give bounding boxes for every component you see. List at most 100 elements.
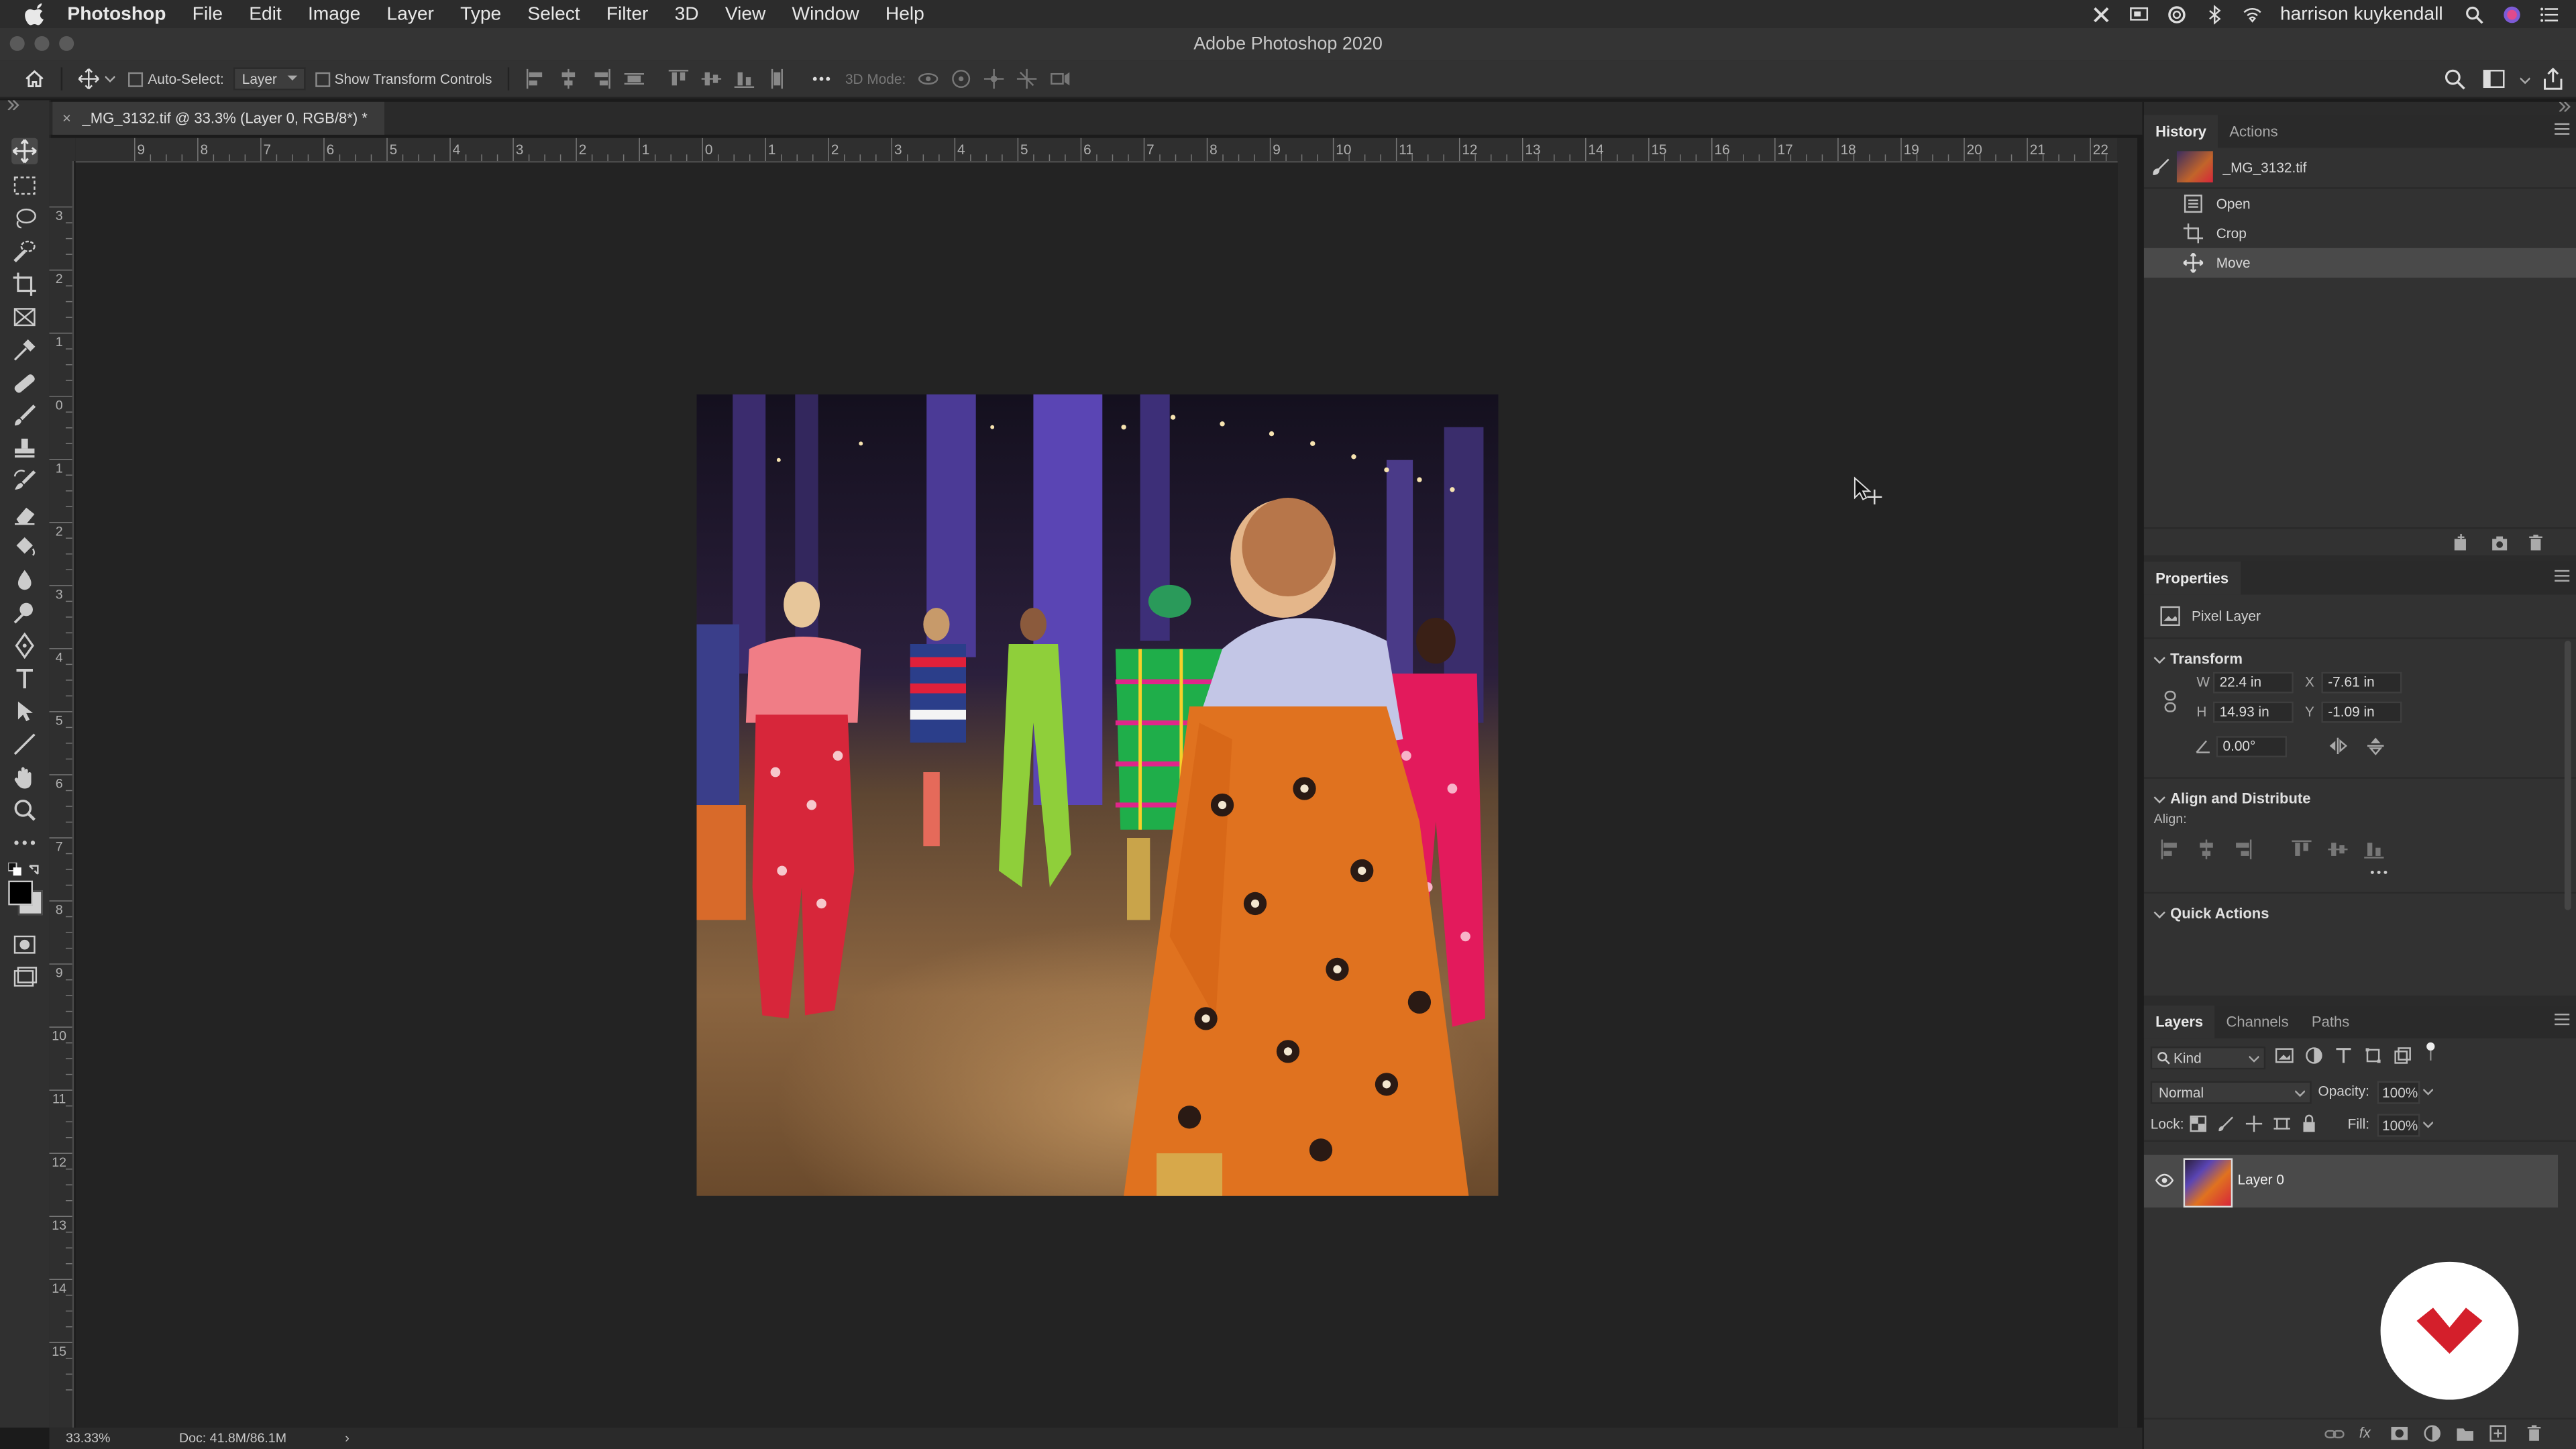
new-layer-icon[interactable] bbox=[2489, 1424, 2507, 1442]
menu-view[interactable]: View bbox=[725, 4, 766, 23]
tab-actions[interactable]: Actions bbox=[2218, 115, 2290, 148]
adjustment-layer-icon[interactable] bbox=[2423, 1424, 2441, 1442]
line-tool[interactable] bbox=[11, 731, 38, 757]
share-icon[interactable] bbox=[2542, 67, 2565, 90]
close-document-icon[interactable]: × bbox=[62, 102, 71, 135]
type-tool[interactable] bbox=[11, 665, 38, 692]
tab-history[interactable]: History bbox=[2143, 115, 2218, 148]
layer-style-icon[interactable]: fx bbox=[2359, 1424, 2371, 1440]
pen-tool[interactable] bbox=[11, 632, 38, 659]
zoom-level-field[interactable]: 33.33% bbox=[66, 1428, 110, 1449]
screen-mode-button[interactable] bbox=[11, 965, 38, 991]
ruler-origin[interactable] bbox=[49, 138, 76, 162]
move-tool[interactable] bbox=[11, 138, 38, 164]
canvas-vertical-scrollbar[interactable] bbox=[2117, 138, 2138, 1428]
workspace-chevron-icon[interactable] bbox=[2520, 76, 2530, 86]
align-left-edges-icon[interactable] bbox=[525, 67, 547, 90]
paint-bucket-tool[interactable] bbox=[11, 534, 38, 560]
display-icon[interactable] bbox=[2129, 4, 2149, 23]
show-transform-controls-checkbox[interactable] bbox=[315, 71, 330, 87]
history-item-move[interactable]: Move bbox=[2143, 248, 2576, 278]
align-top-edges-icon[interactable] bbox=[667, 67, 690, 90]
width-input[interactable]: 22.4 in bbox=[2212, 672, 2294, 694]
window-close-button[interactable] bbox=[9, 36, 25, 51]
transform-section-header[interactable]: Transform bbox=[2144, 645, 2576, 672]
menu-edit[interactable]: Edit bbox=[249, 4, 282, 23]
menu-help[interactable]: Help bbox=[885, 4, 924, 23]
tab-properties[interactable]: Properties bbox=[2143, 561, 2241, 595]
properties-panel-menu-icon[interactable] bbox=[2555, 570, 2570, 585]
y-input[interactable]: -1.09 in bbox=[2321, 701, 2402, 723]
spotlight-search-icon[interactable] bbox=[2464, 4, 2483, 23]
home-icon[interactable] bbox=[23, 67, 46, 90]
filter-pixel-icon[interactable] bbox=[2275, 1046, 2294, 1065]
layer-name[interactable]: Layer 0 bbox=[2238, 1171, 2284, 1187]
distribute-horizontal-icon[interactable] bbox=[623, 67, 646, 90]
path-selection-tool[interactable] bbox=[11, 698, 38, 724]
menu-select[interactable]: Select bbox=[527, 4, 580, 23]
menu-layer[interactable]: Layer bbox=[386, 4, 433, 23]
status-info-menu-icon[interactable]: › bbox=[345, 1428, 350, 1449]
brush-tool[interactable] bbox=[11, 402, 38, 429]
tab-paths[interactable]: Paths bbox=[2300, 1006, 2361, 1038]
runway-photo[interactable] bbox=[696, 394, 1499, 1196]
link-icon[interactable] bbox=[2162, 690, 2178, 713]
x-input[interactable]: -7.61 in bbox=[2321, 672, 2402, 694]
history-panel-menu-icon[interactable] bbox=[2555, 123, 2570, 138]
link-layers-icon[interactable] bbox=[2324, 1426, 2345, 1442]
3d-pan-icon[interactable] bbox=[983, 67, 1006, 90]
creative-cloud-icon[interactable] bbox=[2167, 4, 2186, 23]
fill-chevron-icon[interactable] bbox=[2423, 1120, 2433, 1128]
3d-scale-icon[interactable] bbox=[1049, 67, 1071, 90]
delete-layer-icon[interactable] bbox=[2525, 1424, 2543, 1442]
wifi-icon[interactable] bbox=[2243, 4, 2262, 23]
angle-input[interactable]: 0.00° bbox=[2216, 736, 2288, 757]
menu-type[interactable]: Type bbox=[460, 4, 501, 23]
notification-center-icon[interactable] bbox=[2540, 4, 2559, 23]
blend-mode-dropdown[interactable]: Normal bbox=[2150, 1081, 2312, 1104]
siri-icon[interactable] bbox=[2502, 4, 2522, 23]
history-item-open[interactable]: Open bbox=[2144, 189, 2576, 219]
trash-icon[interactable] bbox=[2527, 534, 2545, 552]
align-bottom-edges-icon[interactable] bbox=[733, 67, 756, 90]
auto-select-checkbox[interactable] bbox=[128, 71, 144, 87]
zoom-tool[interactable] bbox=[11, 797, 38, 823]
eraser-tool[interactable] bbox=[11, 501, 38, 527]
align-center-icon[interactable] bbox=[2196, 839, 2216, 859]
lock-artboard-icon[interactable] bbox=[2273, 1116, 2290, 1132]
layer-row-layer-0[interactable]: Layer 0 bbox=[2143, 1155, 2559, 1208]
quick-mask-button[interactable] bbox=[11, 932, 38, 958]
dodge-tool[interactable] bbox=[11, 600, 38, 626]
vertical-ruler[interactable]: 3 2 1 0 1 2 3 4 5 6 7 8 9 10 11 12 13 14 15 bbox=[49, 161, 74, 1428]
align-vertical-centers-icon[interactable] bbox=[700, 67, 723, 90]
bluetooth-icon[interactable] bbox=[2204, 4, 2224, 24]
flip-vertical-icon[interactable] bbox=[2367, 736, 2384, 755]
menubar-user-name[interactable]: harrison kuykendall bbox=[2280, 4, 2443, 23]
3d-orbit-icon[interactable] bbox=[917, 67, 940, 90]
window-minimize-button[interactable] bbox=[34, 36, 50, 51]
tab-layers[interactable]: Layers bbox=[2143, 1005, 2215, 1038]
lock-all-icon[interactable] bbox=[2302, 1114, 2316, 1132]
crop-tool[interactable] bbox=[11, 271, 38, 297]
filter-shape-icon[interactable] bbox=[2364, 1046, 2382, 1065]
filter-kind-dropdown[interactable]: Kind bbox=[2150, 1046, 2266, 1070]
3d-slide-icon[interactable] bbox=[1016, 67, 1038, 90]
eye-visibility-icon[interactable] bbox=[2155, 1173, 2174, 1188]
add-mask-icon[interactable] bbox=[2390, 1424, 2408, 1442]
menu-filter[interactable]: Filter bbox=[606, 4, 649, 23]
fill-input[interactable]: 100% bbox=[2377, 1114, 2420, 1137]
search-icon[interactable] bbox=[2443, 67, 2466, 90]
collapse-toolbar-icon[interactable] bbox=[7, 100, 20, 111]
blur-tool[interactable] bbox=[11, 567, 38, 593]
filter-toggle-icon[interactable] bbox=[2423, 1042, 2438, 1061]
edit-toolbar-button[interactable] bbox=[11, 830, 38, 856]
layers-panel-menu-icon[interactable] bbox=[2555, 1014, 2570, 1028]
tab-channels[interactable]: Channels bbox=[2214, 1006, 2300, 1038]
new-document-from-state-icon[interactable] bbox=[2451, 533, 2469, 552]
quick-actions-section-header[interactable]: Quick Actions bbox=[2144, 900, 2576, 926]
new-group-icon[interactable] bbox=[2456, 1424, 2474, 1442]
distribute-vertical-icon[interactable] bbox=[766, 67, 789, 90]
document-tab[interactable]: × _MG_3132.tif @ 33.3% (Layer 0, RGB/8*)… bbox=[52, 101, 384, 135]
foreground-color-swatch[interactable] bbox=[8, 880, 33, 906]
flip-horizontal-icon[interactable] bbox=[2328, 737, 2348, 755]
